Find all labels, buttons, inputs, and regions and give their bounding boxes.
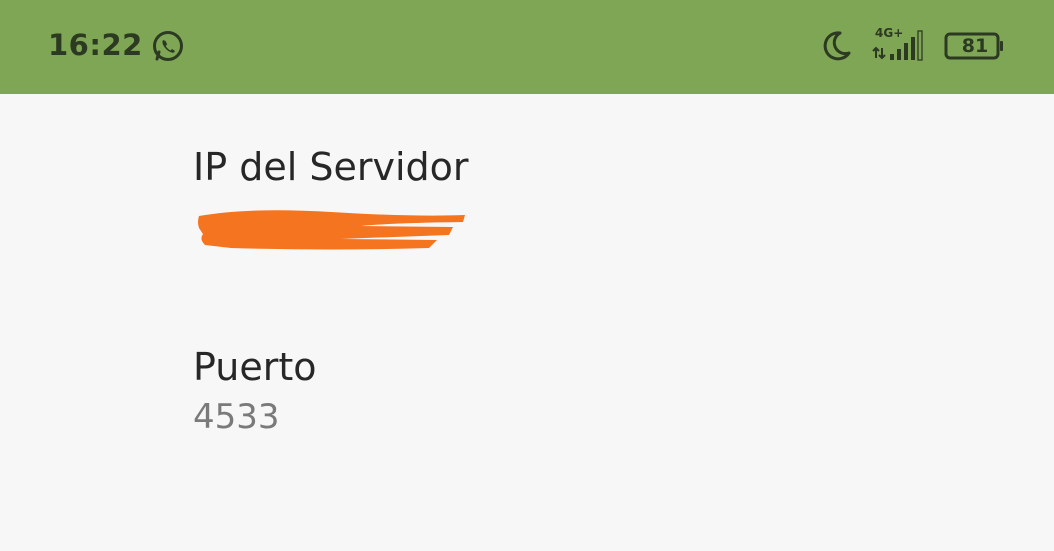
server-ip-title: IP del Servidor xyxy=(193,145,469,189)
server-ip-setting[interactable]: IP del Servidor xyxy=(193,145,469,190)
port-setting[interactable]: Puerto 4533 xyxy=(193,345,317,437)
server-ip-value-redaction xyxy=(198,210,465,250)
status-time: 16:22 xyxy=(48,28,143,62)
battery-level: 81 xyxy=(961,35,989,57)
port-value: 4533 xyxy=(193,396,280,437)
status-bar: 16:22 4G+ 81 xyxy=(0,0,1054,94)
signal-icon xyxy=(872,30,923,61)
whatsapp-icon xyxy=(153,31,183,61)
port-title: Puerto xyxy=(193,345,317,389)
moon-icon xyxy=(823,31,851,61)
